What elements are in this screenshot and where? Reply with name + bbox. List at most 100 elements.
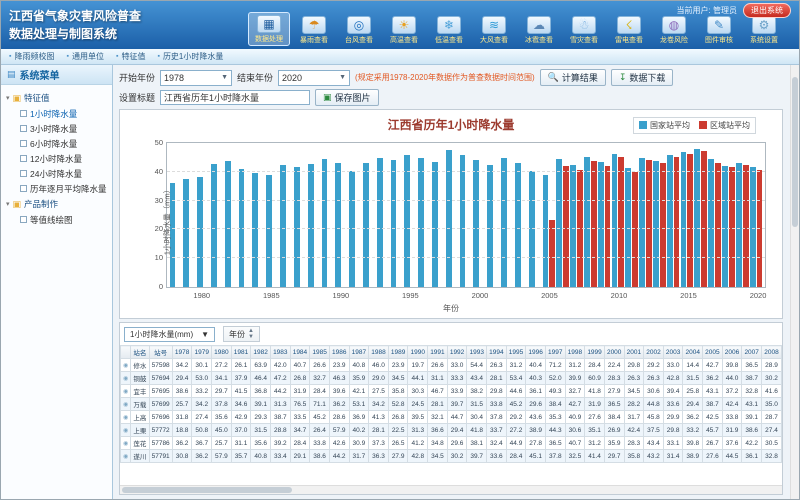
tree-item-6小时降水量[interactable]: 6小时降水量 <box>4 136 109 151</box>
row-select-icon[interactable]: ◉ <box>121 398 131 411</box>
year-column-1997[interactable]: 1997 <box>545 346 565 359</box>
year-column-1996[interactable]: 1996 <box>526 346 546 359</box>
year-column-1992[interactable]: 1992 <box>447 346 467 359</box>
year-column-1983[interactable]: 1983 <box>270 346 290 359</box>
breadcrumb-item-2[interactable]: ▪特征值 <box>116 51 145 62</box>
nav-item-数据处理[interactable]: ▦数据处理 <box>248 12 290 46</box>
table-row-修水[interactable]: ◉修水5759834.230.127.226.163.942.040.726.6… <box>121 359 782 372</box>
year-column-1994[interactable]: 1994 <box>487 346 507 359</box>
tree-group-产品制作[interactable]: ▾▣产品制作 <box>4 196 109 212</box>
year-sort-control[interactable]: 年份 ▲▼ <box>223 326 260 342</box>
image-icon: ▣ <box>323 92 332 103</box>
year-column-2004[interactable]: 2004 <box>683 346 703 359</box>
table-row-上栗[interactable]: ◉上栗5777218.850.845.037.031.528.834.726.4… <box>121 424 782 437</box>
tree-item-24小时降水量[interactable]: 24小时降水量 <box>4 166 109 181</box>
table-row-上高[interactable]: ◉上高5769631.827.435.642.929.338.733.545.2… <box>121 411 782 424</box>
checkbox-icon[interactable] <box>20 110 27 117</box>
year-column-2007[interactable]: 2007 <box>742 346 762 359</box>
year-column-1990[interactable]: 1990 <box>408 346 428 359</box>
value-cell: 52.0 <box>545 372 565 385</box>
year-column-1987[interactable]: 1987 <box>349 346 369 359</box>
year-column-1980[interactable]: 1980 <box>212 346 232 359</box>
vertical-scrollbar-thumb[interactable] <box>792 77 798 227</box>
tree-item-3小时降水量[interactable]: 3小时降水量 <box>4 121 109 136</box>
value-cell: 35.8 <box>624 450 644 463</box>
horizontal-scrollbar[interactable] <box>120 485 782 494</box>
year-column-1991[interactable]: 1991 <box>428 346 448 359</box>
tree-item-等值线绘图[interactable]: 等值线绘图 <box>4 212 109 227</box>
year-column-1999[interactable]: 1999 <box>585 346 605 359</box>
checkbox-icon[interactable] <box>20 170 27 177</box>
nav-item-高温查看[interactable]: ☀高温查看 <box>383 14 425 46</box>
year-column-2003[interactable]: 2003 <box>663 346 683 359</box>
nav-item-低温查看[interactable]: ❄低温查看 <box>428 14 470 46</box>
logout-button[interactable]: 退出系统 <box>743 3 791 18</box>
value-cell: 41.4 <box>585 450 605 463</box>
year-column-1985[interactable]: 1985 <box>310 346 330 359</box>
nav-item-雷电查看[interactable]: ☇雷电查看 <box>608 14 650 46</box>
start-year-select[interactable]: 1978 ▼ <box>160 70 232 86</box>
year-column-1986[interactable]: 1986 <box>329 346 349 359</box>
checkbox-icon[interactable] <box>20 216 27 223</box>
breadcrumb-item-1[interactable]: ▪通用单位 <box>66 51 103 62</box>
year-column-1989[interactable]: 1989 <box>388 346 408 359</box>
year-column-2002[interactable]: 2002 <box>644 346 664 359</box>
chart-title-input[interactable] <box>160 90 310 105</box>
tree-item-历年逐月平均降水量[interactable]: 历年逐月平均降水量 <box>4 181 109 196</box>
row-select-icon[interactable]: ◉ <box>121 437 131 450</box>
checkbox-icon[interactable] <box>20 140 27 147</box>
year-column-2000[interactable]: 2000 <box>604 346 624 359</box>
horizontal-scrollbar-thumb[interactable] <box>122 487 292 493</box>
year-column-1979[interactable]: 1979 <box>192 346 212 359</box>
nav-item-龙卷风险[interactable]: ◍龙卷风险 <box>653 14 695 46</box>
tree-item-12小时降水量[interactable]: 12小时降水量 <box>4 151 109 166</box>
table-row-铜鼓[interactable]: ◉铜鼓5769429.453.034.137.946.447.226.832.7… <box>121 372 782 385</box>
row-select-icon[interactable]: ◉ <box>121 372 131 385</box>
table-row-遂川[interactable]: ◉遂川5779130.836.257.935.740.833.429.138.6… <box>121 450 782 463</box>
year-column-1981[interactable]: 1981 <box>231 346 251 359</box>
checkbox-icon[interactable] <box>20 125 27 132</box>
nav-item-冰雹查看[interactable]: ☁冰雹查看 <box>518 14 560 46</box>
table-row-莲花[interactable]: ◉莲花5778636.236.725.731.135.639.228.433.8… <box>121 437 782 450</box>
row-select-icon[interactable]: ◉ <box>121 411 131 424</box>
save-image-button[interactable]: ▣ 保存图片 <box>315 89 379 106</box>
calc-result-button[interactable]: 🔍 计算结果 <box>540 69 606 86</box>
tree-group-特征值[interactable]: ▾▣特征值 <box>4 90 109 106</box>
checkbox-icon[interactable] <box>20 155 27 162</box>
y-axis-label: 1小时降水量（mm） <box>162 181 173 261</box>
bar-group-1996 <box>418 143 432 287</box>
nav-item-暴雨查看[interactable]: ☂暴雨查看 <box>293 14 335 46</box>
year-column-1988[interactable]: 1988 <box>369 346 389 359</box>
year-column-2001[interactable]: 2001 <box>624 346 644 359</box>
year-column-1982[interactable]: 1982 <box>251 346 271 359</box>
year-column-1998[interactable]: 1998 <box>565 346 585 359</box>
nav-item-雪灾查看[interactable]: ☃雪灾查看 <box>563 14 605 46</box>
table-row-万载[interactable]: ◉万载5769925.734.237.834.639.131.376.571.1… <box>121 398 782 411</box>
end-year-select[interactable]: 2020 ▼ <box>278 70 350 86</box>
year-column-2006[interactable]: 2006 <box>722 346 742 359</box>
row-select-icon[interactable]: ◉ <box>121 359 131 372</box>
row-select-icon[interactable]: ◉ <box>121 385 131 398</box>
row-select-icon[interactable]: ◉ <box>121 450 131 463</box>
year-column-1978[interactable]: 1978 <box>172 346 192 359</box>
data-download-button[interactable]: ↧ 数据下载 <box>611 69 674 86</box>
year-column-1995[interactable]: 1995 <box>506 346 526 359</box>
breadcrumb-item-3[interactable]: ▪历史1小时降水量 <box>157 51 223 62</box>
year-column-2008[interactable]: 2008 <box>762 346 782 359</box>
tree-item-1小时降水量[interactable]: 1小时降水量 <box>4 106 109 121</box>
measure-select[interactable]: 1小时降水量(mm) ▼ <box>124 327 215 342</box>
nav-item-图件审核[interactable]: ✎图件审核 <box>698 14 740 46</box>
vertical-scrollbar[interactable] <box>790 65 799 499</box>
year-column-1993[interactable]: 1993 <box>467 346 487 359</box>
nav-item-台风查看[interactable]: ◎台风查看 <box>338 14 380 46</box>
year-column-2005[interactable]: 2005 <box>703 346 723 359</box>
bar-group-1988 <box>307 143 321 287</box>
bullet-icon: ▪ <box>116 53 118 60</box>
row-select-icon[interactable]: ◉ <box>121 424 131 437</box>
checkbox-icon[interactable] <box>20 185 27 192</box>
year-column-1984[interactable]: 1984 <box>290 346 310 359</box>
breadcrumb-item-0[interactable]: ▪降雨频校图 <box>9 51 54 62</box>
nav-item-大风查看[interactable]: ≋大风查看 <box>473 14 515 46</box>
table-row-宜丰[interactable]: ◉宜丰5769538.633.229.741.536.844.231.928.4… <box>121 385 782 398</box>
nav-item-系统设置[interactable]: ⚙系统设置 <box>743 14 785 46</box>
